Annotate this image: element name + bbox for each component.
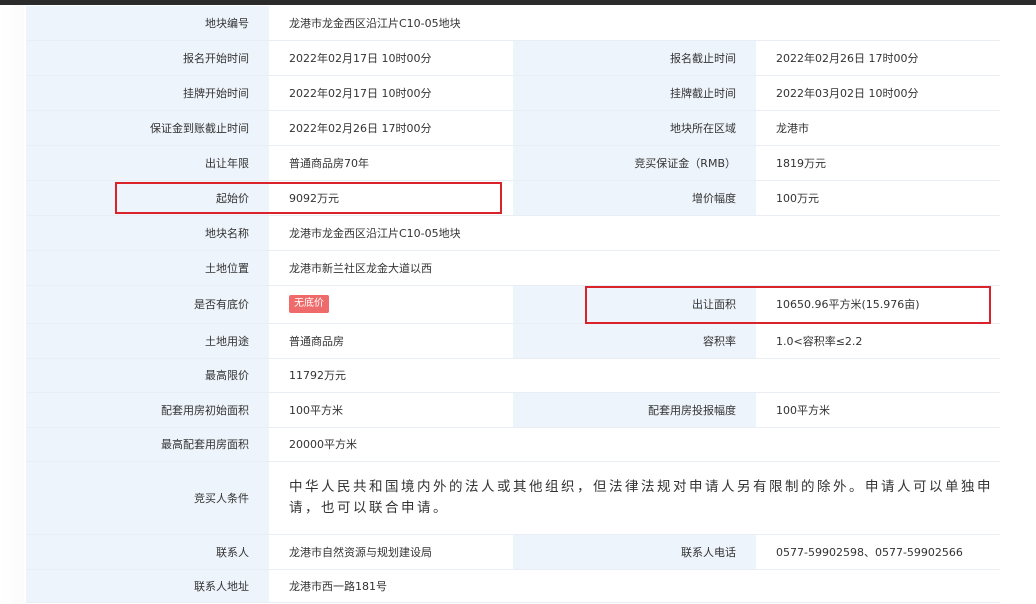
value-plot-no: 龙港市龙金西区沿江片C10-05地块 [269,6,1001,41]
label-max-price: 最高限价 [26,358,269,393]
label-phone: 联系人电话 [513,534,756,570]
value-address: 龙港市西一路181号 [269,569,1001,603]
label-area: 出让面积 [513,285,756,324]
row-contact: 联系人 龙港市自然资源与规划建设局 联系人电话 0577-59902598、05… [26,534,1001,570]
label-region: 地块所在区域 [513,110,756,146]
label-plot-no: 地块编号 [26,6,269,41]
value-region: 龙港市 [756,110,1001,146]
label-increment: 增价幅度 [513,180,756,216]
value-support-max: 20000平方米 [269,427,1001,462]
row-usage: 土地用途 普通商品房 容积率 1.0<容积率≤2.2 [26,323,1001,359]
value-support-init: 100平方米 [269,392,513,428]
value-reserve: 无底价 [269,285,513,324]
row-buyer-cond: 竞买人条件 中华人民共和国境内外的法人或其他组织，但法律法规对申请人另有限制的除… [26,461,1001,535]
label-usage: 土地用途 [26,323,269,359]
row-plot-no: 地块编号 龙港市龙金西区沿江片C10-05地块 [26,6,1001,41]
land-info-table: 地块编号 龙港市龙金西区沿江片C10-05地块 报名开始时间 2022年02月1… [26,6,1001,603]
row-reserve: 是否有底价 无底价 出让面积 10650.96平方米(15.976亩) [26,285,1001,324]
value-start-price: 9092万元 [269,180,513,216]
label-support-init: 配套用房初始面积 [26,392,269,428]
value-contact: 龙港市自然资源与规划建设局 [269,534,513,570]
value-buyer-cond: 中华人民共和国境内外的法人或其他组织，但法律法规对申请人另有限制的除外。申请人可… [269,461,1001,535]
label-term: 出让年限 [26,145,269,181]
right-margin [1006,5,1036,604]
value-signup-start: 2022年02月17日 10时00分 [269,40,513,76]
value-deposit-deadline: 2022年02月26日 17时00分 [269,110,513,146]
row-signup: 报名开始时间 2022年02月17日 10时00分 报名截止时间 2022年02… [26,40,1001,76]
row-support: 配套用房初始面积 100平方米 配套用房投报幅度 100平方米 [26,392,1001,428]
label-support-step: 配套用房投报幅度 [513,392,756,428]
row-deposit-deadline: 保证金到账截止时间 2022年02月26日 17时00分 地块所在区域 龙港市 [26,110,1001,146]
empty-cell [513,358,756,393]
row-start-price: 起始价 9092万元 增价幅度 100万元 [26,180,1001,216]
label-buyer-cond: 竞买人条件 [26,461,269,535]
left-margin [0,5,24,604]
value-support-step: 100平方米 [756,392,1001,428]
label-start-price: 起始价 [26,180,269,216]
value-increment: 100万元 [756,180,1001,216]
label-signup-end: 报名截止时间 [513,40,756,76]
value-area: 10650.96平方米(15.976亩) [756,285,1001,324]
row-location: 土地位置 龙港市新兰社区龙金大道以西 [26,250,1001,286]
label-plot-name: 地块名称 [26,215,269,251]
value-listing-end: 2022年03月02日 10时00分 [756,75,1001,111]
row-max-price: 最高限价 11792万元 [26,358,1001,393]
label-deposit-deadline: 保证金到账截止时间 [26,110,269,146]
value-location: 龙港市新兰社区龙金大道以西 [269,250,1001,286]
row-address: 联系人地址 龙港市西一路181号 [26,569,1001,603]
label-contact: 联系人 [26,534,269,570]
row-term: 出让年限 普通商品房70年 竞买保证金（RMB） 1819万元 [26,145,1001,181]
value-phone: 0577-59902598、0577-59902566 [756,534,1001,570]
value-term: 普通商品房70年 [269,145,513,181]
label-deposit: 竞买保证金（RMB） [513,145,756,181]
value-plot-name: 龙港市龙金西区沿江片C10-05地块 [269,215,1001,251]
value-deposit: 1819万元 [756,145,1001,181]
label-far: 容积率 [513,323,756,359]
row-listing: 挂牌开始时间 2022年02月17日 10时00分 挂牌截止时间 2022年03… [26,75,1001,111]
label-signup-start: 报名开始时间 [26,40,269,76]
label-address: 联系人地址 [26,569,269,603]
value-usage: 普通商品房 [269,323,513,359]
value-signup-end: 2022年02月26日 17时00分 [756,40,1001,76]
label-location: 土地位置 [26,250,269,286]
label-listing-start: 挂牌开始时间 [26,75,269,111]
reserve-badge: 无底价 [289,295,329,313]
label-support-max: 最高配套用房面积 [26,427,269,462]
value-max-price: 11792万元 [269,358,513,393]
row-plot-name: 地块名称 龙港市龙金西区沿江片C10-05地块 [26,215,1001,251]
empty-cell [756,358,1001,393]
value-far: 1.0<容积率≤2.2 [756,323,1001,359]
row-support-max: 最高配套用房面积 20000平方米 [26,427,1001,462]
label-listing-end: 挂牌截止时间 [513,75,756,111]
label-reserve: 是否有底价 [26,285,269,324]
top-bar [0,0,1036,5]
value-listing-start: 2022年02月17日 10时00分 [269,75,513,111]
